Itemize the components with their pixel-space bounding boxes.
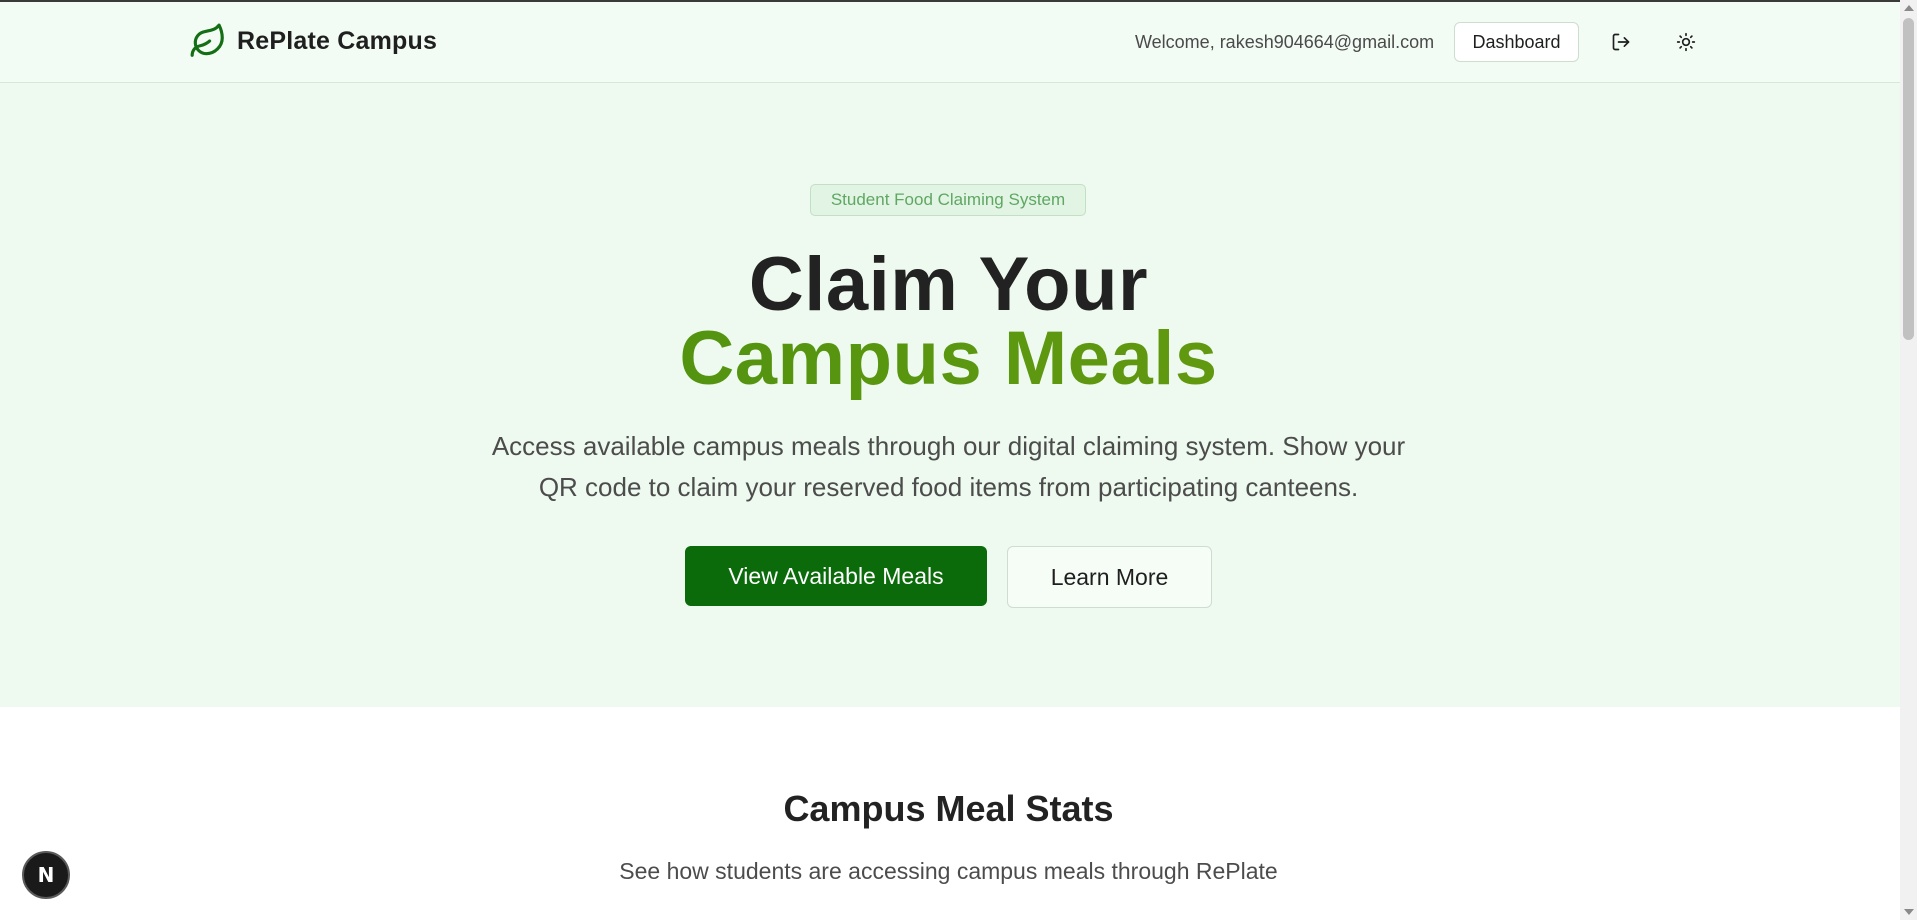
theme-toggle-button[interactable]: [1666, 22, 1706, 62]
hero-description: Access available campus meals through ou…: [491, 431, 1406, 502]
scrollbar-thumb[interactable]: [1903, 18, 1914, 340]
hero-section: Student Food Claiming System Claim Your …: [0, 83, 1900, 707]
hero-title-line2: Campus Meals: [0, 315, 1897, 402]
page-scrollbar[interactable]: [1900, 0, 1917, 920]
log-out-icon: [1612, 33, 1630, 51]
navbar: RePlate Campus Welcome, rakesh904664@gma…: [0, 2, 1900, 83]
scroll-down-icon[interactable]: [1904, 909, 1914, 915]
hero-badge: Student Food Claiming System: [810, 184, 1086, 216]
scroll-up-icon[interactable]: [1904, 5, 1914, 11]
dashboard-button[interactable]: Dashboard: [1454, 22, 1579, 62]
nextjs-dev-indicator[interactable]: N: [22, 851, 70, 899]
sun-icon: [1676, 32, 1696, 52]
learn-more-button[interactable]: Learn More: [1007, 546, 1212, 608]
n-logo-icon: N: [37, 863, 55, 887]
view-available-meals-button[interactable]: View Available Meals: [685, 546, 987, 606]
brand-link[interactable]: RePlate Campus: [189, 22, 437, 60]
stats-subtitle: See how students are accessing campus me…: [619, 858, 1278, 884]
stats-title: Campus Meal Stats: [783, 788, 1114, 829]
leaf-icon: [190, 23, 224, 57]
welcome-text: Welcome, rakesh904664@gmail.com: [1135, 32, 1435, 52]
logout-button[interactable]: [1601, 22, 1641, 62]
brand-name: RePlate Campus: [237, 26, 438, 55]
